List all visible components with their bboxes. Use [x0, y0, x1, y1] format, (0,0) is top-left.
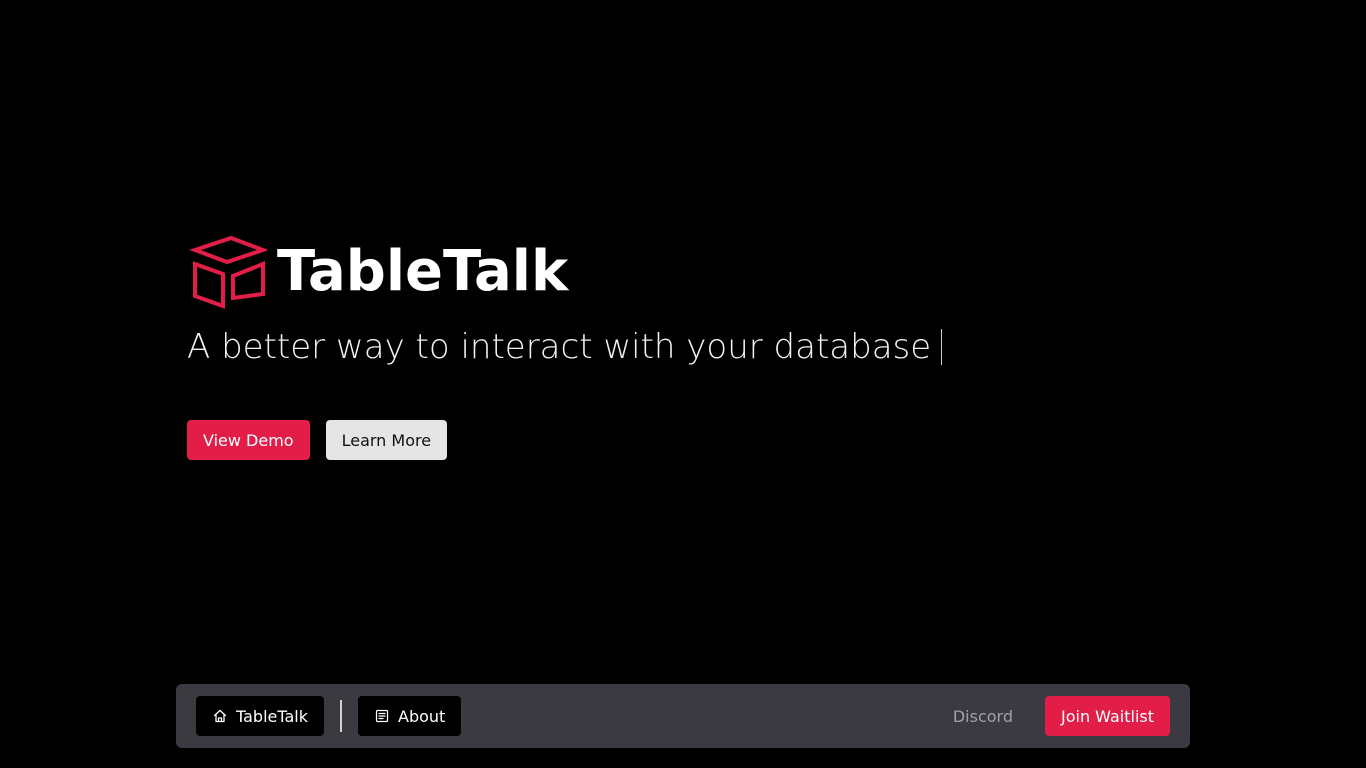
view-demo-button[interactable]: View Demo: [187, 420, 310, 460]
nav-about-button[interactable]: About: [358, 696, 462, 736]
join-waitlist-button[interactable]: Join Waitlist: [1045, 696, 1170, 736]
nav-home-button[interactable]: TableTalk: [196, 696, 325, 736]
hero-section: TableTalk A better way to interact with …: [187, 232, 943, 460]
document-icon: [374, 708, 390, 724]
hero-actions: View Demo Learn More: [187, 420, 942, 460]
brand-title: TableTalk: [277, 239, 569, 304]
nav-home-label: TableTalk: [236, 706, 309, 726]
tagline-text: A better way to interact with your datab…: [187, 327, 932, 367]
nav-about-label: About: [398, 706, 446, 726]
discord-link[interactable]: Discord: [953, 707, 1013, 726]
tagline-row: A better way to interact with your datab…: [187, 322, 943, 372]
bottom-navbar: TableTalk About Discord Join Waitlist: [176, 684, 1190, 748]
landing-page: TableTalk A better way to interact with …: [0, 0, 1366, 768]
nav-divider: [340, 700, 343, 732]
brand-header: TableTalk: [187, 232, 942, 312]
cube-outline-icon: [189, 235, 267, 309]
typing-caret: [941, 329, 943, 365]
learn-more-button[interactable]: Learn More: [325, 420, 448, 460]
home-icon: [212, 708, 228, 724]
